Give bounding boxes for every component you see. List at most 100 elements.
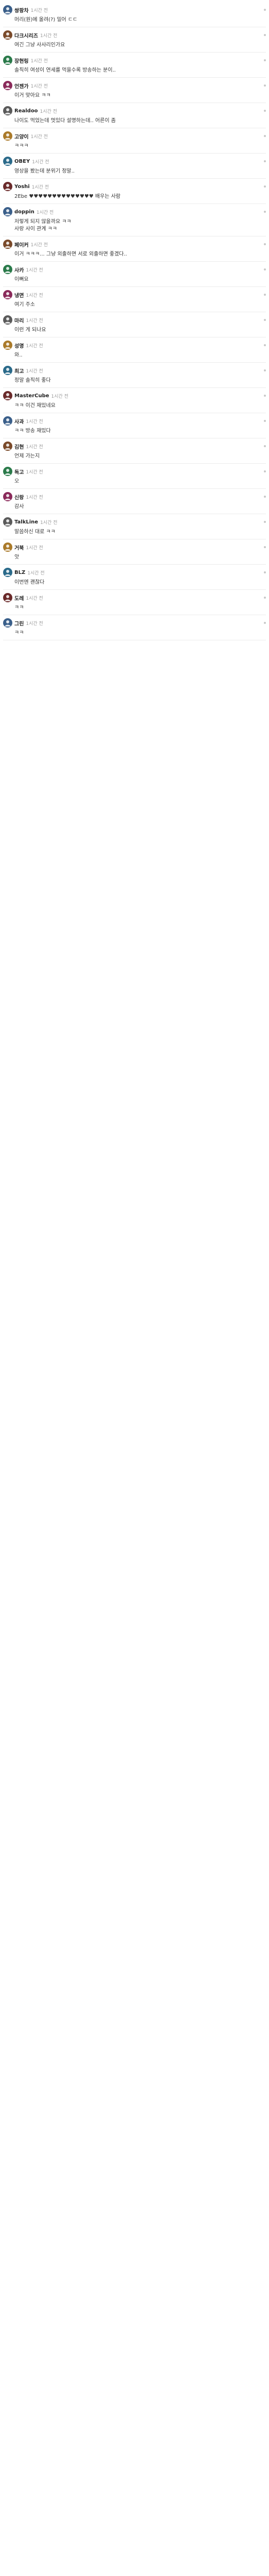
more-icon[interactable] (264, 395, 266, 397)
comment-nickname[interactable]: OBEY (14, 159, 30, 164)
comment-nickname[interactable]: 고양이 (14, 132, 29, 140)
avatar[interactable] (3, 593, 12, 602)
more-icon[interactable] (264, 546, 266, 548)
comment-timestamp: 1시간 전 (26, 267, 43, 273)
comment-item: 신랑 1시간 전 감사 (3, 489, 266, 514)
more-icon[interactable] (264, 243, 266, 245)
avatar[interactable] (3, 290, 12, 299)
comment-nickname[interactable]: MasterCube (14, 393, 49, 399)
comment-nickname[interactable]: 사카 (14, 266, 24, 274)
comment-nickname[interactable]: 마리 (14, 316, 24, 324)
more-icon[interactable] (264, 597, 266, 599)
comment-actions (264, 243, 266, 245)
comment-actions (264, 319, 266, 321)
more-icon[interactable] (264, 59, 266, 61)
avatar[interactable] (3, 5, 12, 14)
more-icon[interactable] (264, 34, 266, 36)
avatar[interactable] (3, 106, 12, 115)
avatar[interactable] (3, 467, 12, 476)
comment-nickname[interactable]: BLZ (14, 570, 25, 575)
more-icon[interactable] (264, 268, 266, 270)
more-icon[interactable] (264, 110, 266, 112)
avatar[interactable] (3, 131, 12, 141)
avatar[interactable] (3, 265, 12, 274)
more-icon[interactable] (264, 344, 266, 346)
comment-actions (264, 135, 266, 137)
more-icon[interactable] (264, 571, 266, 573)
comment-item: 사과 1시간 전 ㅋㅋ 방송 재밌다 (3, 413, 266, 438)
comment-nickname[interactable]: doppin (14, 209, 34, 215)
comment-item: Yoshi 1시간 전 2Ebe ♥♥♥♥♥♥♥♥♥♥♥♥♥♥ 배우는 사람 (3, 179, 266, 204)
comment-nickname[interactable]: 거북 (14, 544, 24, 551)
comment-item: 그린 1시간 전 ㅋㅋ (3, 615, 266, 640)
comment-body: 나이도 먹었는데 멋있다 설명하는데.. 어른이 좀 (14, 118, 116, 124)
comment-nickname[interactable]: 쌍팡차 (14, 6, 29, 14)
avatar[interactable] (3, 492, 12, 501)
user-icon (5, 620, 11, 626)
avatar[interactable] (3, 182, 12, 191)
user-icon (5, 83, 11, 89)
user-icon (5, 570, 11, 576)
avatar[interactable] (3, 157, 12, 166)
more-icon[interactable] (264, 211, 266, 213)
comment-nickname[interactable]: 장현링 (14, 57, 29, 64)
comment-actions (264, 622, 266, 624)
user-icon (5, 242, 11, 248)
comment-nickname[interactable]: 독고 (14, 468, 24, 476)
user-icon (5, 519, 11, 526)
avatar[interactable] (3, 207, 12, 216)
comment-nickname[interactable]: Realdoo (14, 108, 38, 114)
comment-nickname[interactable]: 냉면 (14, 291, 24, 299)
comment-nickname[interactable]: 최고 (14, 367, 24, 375)
comment-nickname[interactable]: 김현 (14, 443, 24, 450)
more-icon[interactable] (264, 135, 266, 137)
avatar[interactable] (3, 517, 12, 527)
avatar[interactable] (3, 240, 12, 249)
avatar[interactable] (3, 315, 12, 325)
more-icon[interactable] (264, 9, 266, 11)
avatar[interactable] (3, 442, 12, 451)
more-icon[interactable] (264, 470, 266, 472)
comment-nickname[interactable]: 사과 (14, 417, 24, 425)
avatar[interactable] (3, 30, 12, 40)
more-icon[interactable] (264, 496, 266, 498)
comment-actions (264, 59, 266, 61)
comment-header: 거북 1시간 전 (3, 543, 266, 552)
more-icon[interactable] (264, 369, 266, 371)
avatar[interactable] (3, 56, 12, 65)
comment-nickname[interactable]: 성명 (14, 342, 24, 349)
avatar[interactable] (3, 416, 12, 426)
comment-body: 이거 맞아요 ㅋㅋ (14, 93, 51, 98)
avatar[interactable] (3, 543, 12, 552)
comment-nickname[interactable]: 다크시리즈 (14, 31, 38, 39)
avatar[interactable] (3, 618, 12, 628)
comment-nickname[interactable]: 신랑 (14, 493, 24, 501)
more-icon[interactable] (264, 521, 266, 523)
more-icon[interactable] (264, 294, 266, 296)
avatar[interactable] (3, 568, 12, 577)
comment-body: 저렇게 되지 않을까요 ㅋㅋ 사랑 사이 관계 ㅋㅋ (14, 219, 71, 232)
avatar[interactable] (3, 391, 12, 400)
comment-nickname[interactable]: 그린 (14, 619, 24, 627)
more-icon[interactable] (264, 185, 266, 188)
user-icon (5, 469, 11, 475)
more-icon[interactable] (264, 84, 266, 87)
comment-timestamp: 1시간 전 (30, 83, 48, 89)
more-icon[interactable] (264, 420, 266, 422)
avatar[interactable] (3, 81, 12, 90)
more-icon[interactable] (264, 160, 266, 162)
more-icon[interactable] (264, 622, 266, 624)
comment-nickname[interactable]: 페이커 (14, 241, 29, 248)
comment-actions (264, 9, 266, 11)
comment-nickname[interactable]: 도레 (14, 594, 24, 602)
more-icon[interactable] (264, 319, 266, 321)
more-icon[interactable] (264, 445, 266, 447)
comment-header: 최고 1시간 전 (3, 366, 266, 375)
comment-timestamp: 1시간 전 (30, 58, 48, 64)
comment-nickname[interactable]: TalkLine (14, 519, 38, 525)
comment-nickname[interactable]: 언젠가 (14, 82, 29, 90)
avatar[interactable] (3, 366, 12, 375)
avatar[interactable] (3, 341, 12, 350)
comment-nickname[interactable]: Yoshi (14, 184, 30, 190)
comment-header: 페이커 1시간 전 (3, 240, 266, 249)
